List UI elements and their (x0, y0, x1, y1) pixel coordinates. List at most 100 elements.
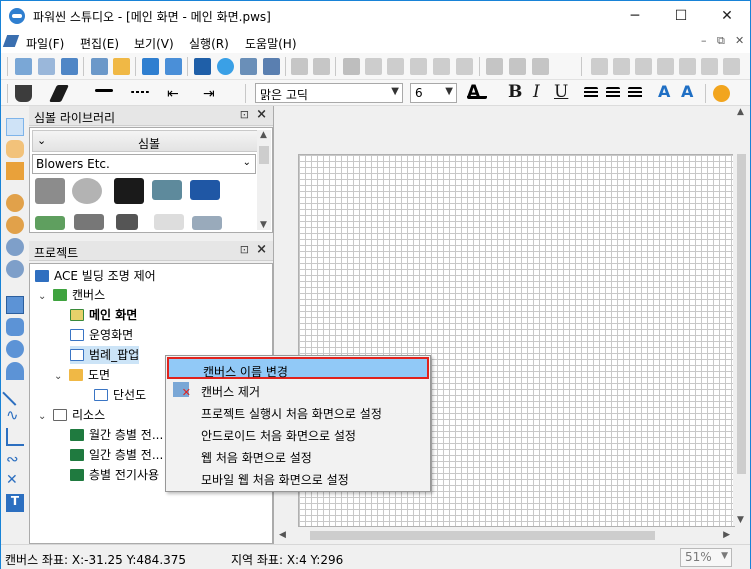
tree-root[interactable]: ACE 빌딩 조명 제어 (35, 267, 156, 285)
blower-thumbnail[interactable] (114, 178, 144, 204)
menu-edit[interactable]: 편집(E) (80, 35, 119, 52)
tree-resource-item[interactable]: 일간 층별 전... (70, 446, 163, 464)
text-align-left-icon[interactable] (584, 87, 598, 99)
mdi-close-button[interactable]: ✕ (735, 34, 744, 47)
align-top-icon[interactable] (657, 58, 674, 75)
undo-icon[interactable] (291, 58, 308, 75)
font-shrink-icon[interactable]: A (681, 82, 699, 101)
underline-button[interactable]: U (554, 82, 568, 102)
bold-button[interactable]: B (508, 82, 522, 102)
menu-help[interactable]: 도움말(H) (245, 35, 297, 52)
align-left-icon[interactable] (591, 58, 608, 75)
blower-thumbnail[interactable] (152, 180, 182, 200)
group-icon[interactable] (433, 58, 450, 75)
font-size-select[interactable]: 6 ▼ (410, 83, 457, 103)
connector-tool-icon[interactable]: ✕ (6, 472, 24, 490)
set-mobile-web-start-menu-item[interactable]: 모바일 웹 처음 화면으로 설정 (167, 467, 429, 489)
align-icon[interactable] (532, 58, 549, 75)
arrow-end-icon[interactable]: ⇥ (203, 86, 223, 103)
rectangle-tool-icon[interactable] (6, 296, 24, 314)
open-folder-icon[interactable] (113, 58, 130, 75)
zoom-out-icon[interactable] (6, 216, 24, 234)
zoom-select[interactable]: 51% ▼ (680, 548, 732, 567)
smiley-icon[interactable] (713, 85, 730, 102)
ungroup-icon[interactable] (456, 58, 473, 75)
freeform-tool-icon[interactable]: ∾ (6, 450, 24, 468)
zoom-fit-icon[interactable] (6, 238, 24, 256)
mdi-minimize-button[interactable]: – (701, 34, 707, 47)
chevron-down-icon[interactable]: ⌄ (38, 411, 50, 422)
delete-icon[interactable] (365, 58, 382, 75)
upload-icon[interactable] (217, 58, 234, 75)
blower-thumbnail[interactable] (72, 178, 102, 204)
tree-canvas-folder[interactable]: ⌄ 캔버스 (38, 286, 105, 304)
blower-thumbnail[interactable] (116, 214, 138, 230)
scroll-thumb[interactable] (737, 154, 746, 474)
polyline-tool-icon[interactable] (6, 428, 24, 446)
blower-thumbnail[interactable] (192, 216, 222, 230)
align-bottom-icon[interactable] (701, 58, 718, 75)
pin-icon[interactable]: ⊡ (240, 243, 249, 256)
set-start-screen-menu-item[interactable]: 프로젝트 실행시 처음 화면으로 설정 (167, 401, 429, 423)
tree-canvas-item[interactable]: 운영화면 (70, 326, 133, 344)
font-family-select[interactable]: 맑은 고딕 ▼ (255, 83, 403, 103)
cut-icon[interactable] (343, 58, 360, 75)
curve-tool-icon[interactable]: ∿ (6, 406, 24, 424)
symbol-category-header[interactable]: ⌄ 심볼 (32, 130, 258, 152)
close-icon[interactable]: × (256, 242, 267, 257)
maximize-button[interactable]: ☐ (658, 1, 704, 31)
redo-icon[interactable] (313, 58, 330, 75)
mdi-restore-button[interactable]: ⧉ (717, 34, 725, 48)
menu-run[interactable]: 실행(R) (189, 35, 229, 52)
set-android-start-menu-item[interactable]: 안드로이드 처음 화면으로 설정 (167, 423, 429, 445)
screen-capture-icon[interactable] (240, 58, 257, 75)
close-button[interactable]: ✕ (704, 1, 750, 31)
close-icon[interactable]: × (256, 107, 267, 122)
text-tool-icon[interactable]: T (6, 494, 24, 512)
font-color-icon[interactable]: A (467, 82, 487, 102)
tree-drawing-folder[interactable]: ⌄ 도면 (54, 366, 110, 384)
pointer-tool-icon[interactable] (6, 118, 24, 136)
scroll-right-icon[interactable]: ▶ (723, 530, 730, 540)
tree-drawing-item[interactable]: 단선도 (94, 386, 146, 404)
scroll-thumb[interactable] (310, 531, 655, 540)
symbol-set-select[interactable]: Blowers Etc. ⌄ (32, 154, 256, 174)
rename-canvas-menu-item[interactable]: 캔버스 이름 변경 (167, 357, 429, 379)
symbol-scrollbar[interactable]: ▲ ▼ (257, 130, 271, 230)
scroll-down-icon[interactable]: ▼ (737, 515, 744, 525)
tree-resource-item[interactable]: 월간 층별 전... (70, 426, 163, 444)
text-align-right-icon[interactable] (628, 87, 642, 99)
zoom-in-icon[interactable] (6, 194, 24, 212)
canvas-horizontal-scrollbar[interactable]: ◀ ▶ (274, 527, 734, 544)
line-width-icon[interactable] (95, 89, 113, 92)
align-center-icon[interactable] (613, 58, 630, 75)
save-all-icon[interactable] (165, 58, 182, 75)
ellipse-tool-icon[interactable] (6, 340, 24, 358)
blower-thumbnail[interactable] (35, 216, 65, 230)
blower-thumbnail[interactable] (35, 178, 65, 204)
align-middle-icon[interactable] (679, 58, 696, 75)
new-file-icon[interactable] (38, 58, 55, 75)
text-align-center-icon[interactable] (606, 87, 620, 99)
lock-icon[interactable] (509, 58, 526, 75)
menu-file[interactable]: 파일(F) (26, 35, 64, 52)
blower-thumbnail[interactable] (154, 214, 184, 230)
rounded-rect-tool-icon[interactable] (6, 318, 24, 336)
pin-icon[interactable]: ⊡ (240, 108, 249, 121)
shape-tool-icon[interactable] (6, 362, 24, 380)
select-all-icon[interactable] (486, 58, 503, 75)
set-web-start-menu-item[interactable]: 웹 처음 화면으로 설정 (167, 445, 429, 467)
copy-icon[interactable] (387, 58, 404, 75)
blower-thumbnail[interactable] (190, 180, 220, 200)
pan-tool-icon[interactable] (6, 140, 24, 158)
new-project-icon[interactable] (15, 58, 32, 75)
save-icon[interactable] (142, 58, 159, 75)
open-project-icon[interactable] (91, 58, 108, 75)
new-canvas-icon[interactable] (61, 58, 78, 75)
download-icon[interactable] (194, 58, 211, 75)
align-right-icon[interactable] (635, 58, 652, 75)
zoom-actual-icon[interactable] (6, 260, 24, 278)
blower-thumbnail[interactable] (74, 214, 104, 230)
paste-icon[interactable] (410, 58, 427, 75)
arrow-start-icon[interactable]: ⇤ (167, 86, 187, 103)
